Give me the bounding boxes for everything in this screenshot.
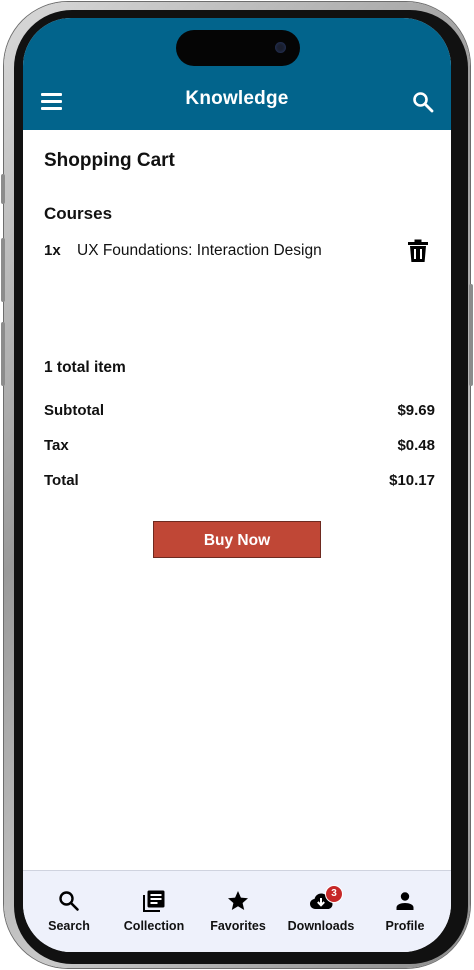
bottom-navigation: Search Collection Favorites Downloads 3 …	[23, 870, 451, 952]
nav-label-search: Search	[48, 919, 90, 933]
item-quantity: 1x	[44, 242, 61, 259]
section-title-courses: Courses	[44, 204, 113, 223]
item-name: UX Foundations: Interaction Design	[77, 242, 322, 259]
subtotal-label: Subtotal	[44, 402, 104, 419]
camera-icon	[275, 42, 286, 53]
nav-label-downloads: Downloads	[287, 919, 355, 933]
nav-label-favorites: Favorites	[210, 919, 266, 933]
total-value: $10.17	[389, 472, 435, 489]
action-button	[1, 174, 5, 204]
buy-now-button[interactable]: Buy Now	[153, 521, 321, 558]
trash-icon[interactable]	[407, 239, 429, 263]
volume-down-button	[1, 322, 5, 386]
person-icon	[396, 892, 414, 910]
nav-item-favorites[interactable]: Favorites	[197, 871, 279, 952]
nav-item-profile[interactable]: Profile	[363, 871, 447, 952]
subtotal-value: $9.69	[397, 402, 435, 419]
phone-screen: Knowledge Shopping Cart Courses 1x UX Fo…	[23, 18, 451, 952]
search-icon	[59, 891, 79, 911]
volume-up-button	[1, 238, 5, 302]
dynamic-island	[176, 30, 300, 66]
nav-item-collection[interactable]: Collection	[111, 871, 197, 952]
downloads-badge: 3	[325, 885, 343, 903]
nav-label-collection: Collection	[123, 919, 185, 933]
star-icon	[228, 891, 248, 910]
search-icon[interactable]	[411, 90, 435, 114]
page-title: Shopping Cart	[44, 150, 175, 171]
collection-icon	[143, 890, 165, 912]
nav-item-search[interactable]: Search	[27, 871, 111, 952]
nav-label-profile: Profile	[385, 919, 425, 933]
tax-value: $0.48	[397, 437, 435, 454]
app-title: Knowledge	[185, 88, 289, 109]
nav-item-downloads[interactable]: Downloads	[279, 871, 363, 952]
tax-label: Tax	[44, 437, 69, 454]
total-label: Total	[44, 472, 79, 489]
power-button	[469, 284, 473, 386]
total-items-count: 1 total item	[44, 359, 126, 376]
